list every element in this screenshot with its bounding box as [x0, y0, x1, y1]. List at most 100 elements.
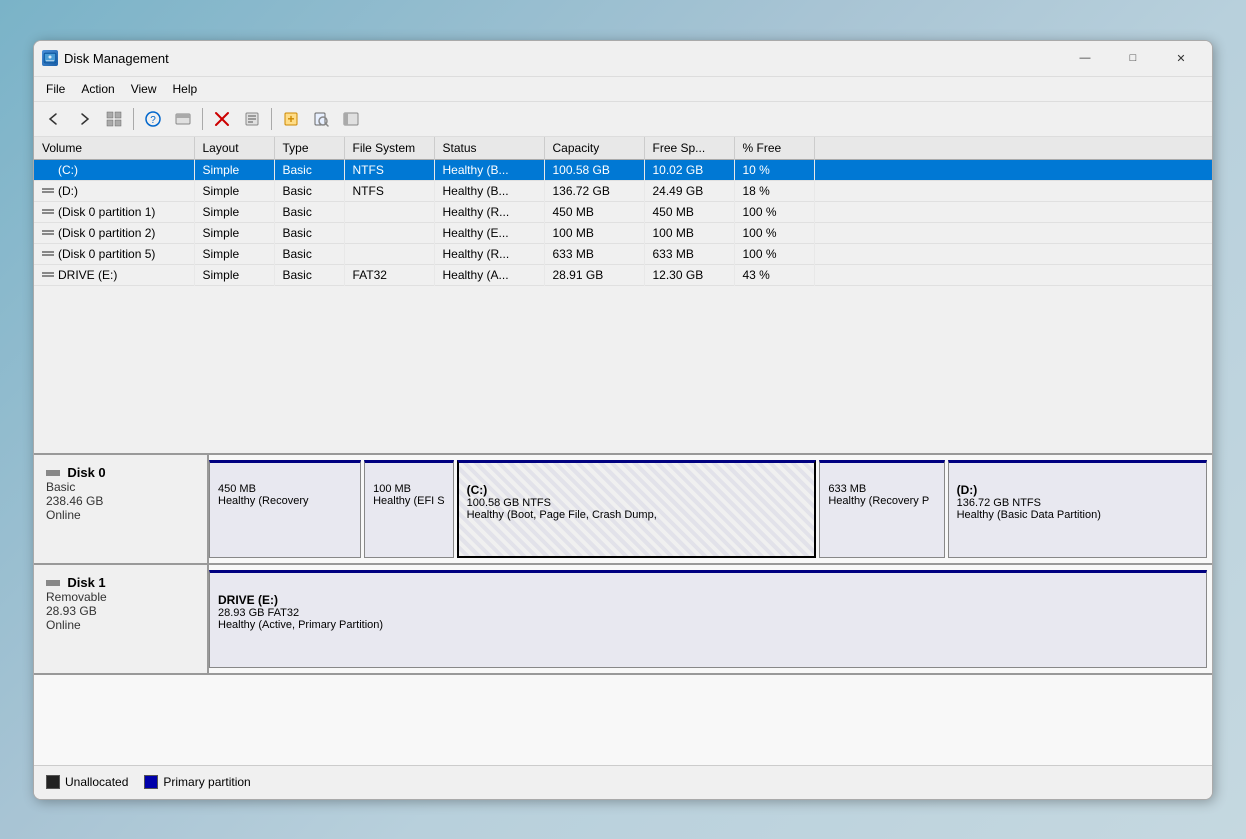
cell-free: 633 MB — [644, 243, 734, 264]
part-size: 100.58 GB NTFS — [467, 497, 807, 509]
cell-volume: (Disk 0 partition 1) — [34, 201, 194, 222]
content-area: Volume Layout Type File System Status Ca… — [34, 137, 1212, 799]
part-size: 633 MB — [828, 483, 935, 495]
legend-unallocated: Unallocated — [46, 775, 128, 789]
close-button[interactable]: ✕ — [1158, 43, 1204, 73]
toolbar-separator-1 — [133, 108, 134, 130]
cell-volume: (D:) — [34, 180, 194, 201]
show-volume-button[interactable] — [100, 106, 128, 132]
cell-type: Basic — [274, 180, 344, 201]
col-capacity[interactable]: Capacity — [544, 137, 644, 160]
delete-button[interactable] — [208, 106, 236, 132]
volume-table: Volume Layout Type File System Status Ca… — [34, 137, 1212, 286]
cell-filesystem: NTFS — [344, 159, 434, 180]
minimize-button[interactable]: — — [1062, 43, 1108, 73]
menu-help[interactable]: Help — [165, 79, 206, 99]
legend-bar: Unallocated Primary partition — [34, 765, 1212, 799]
search-button[interactable] — [307, 106, 335, 132]
disk-type: Removable — [46, 590, 195, 604]
disk-label-0: Disk 0 Basic 238.46 GB Online — [34, 455, 209, 563]
cell-capacity: 100.58 GB — [544, 159, 644, 180]
cell-volume: (Disk 0 partition 5) — [34, 243, 194, 264]
col-layout[interactable]: Layout — [194, 137, 274, 160]
partition-0-0[interactable]: 450 MBHealthy (Recovery — [209, 460, 361, 558]
back-button[interactable] — [40, 106, 68, 132]
cell-status: Healthy (E... — [434, 222, 544, 243]
part-name: (D:) — [957, 483, 1198, 497]
properties-button[interactable] — [238, 106, 266, 132]
forward-button[interactable] — [70, 106, 98, 132]
cell-capacity: 136.72 GB — [544, 180, 644, 201]
cell-filesystem — [344, 243, 434, 264]
disk-area: Disk 0 Basic 238.46 GB Online 450 MBHeal… — [34, 455, 1212, 765]
cell-free: 24.49 GB — [644, 180, 734, 201]
svg-text:+: + — [287, 112, 294, 126]
format-button[interactable] — [337, 106, 365, 132]
disk-partitions-1: DRIVE (E:)28.93 GB FAT32Healthy (Active,… — [209, 565, 1212, 673]
col-status[interactable]: Status — [434, 137, 544, 160]
disk-view-button[interactable] — [169, 106, 197, 132]
cell-extra — [814, 180, 1212, 201]
legend-primary-icon — [144, 775, 158, 789]
table-row[interactable]: (D:) Simple Basic NTFS Healthy (B... 136… — [34, 180, 1212, 201]
cell-type: Basic — [274, 264, 344, 285]
col-free[interactable]: Free Sp... — [644, 137, 734, 160]
disk-row-1: Disk 1 Removable 28.93 GB Online DRIVE (… — [34, 565, 1212, 675]
cell-free: 450 MB — [644, 201, 734, 222]
cell-extra — [814, 264, 1212, 285]
cell-filesystem: NTFS — [344, 180, 434, 201]
cell-status: Healthy (B... — [434, 159, 544, 180]
part-size: 136.72 GB NTFS — [957, 497, 1198, 509]
disk-partitions-0: 450 MBHealthy (Recovery100 MBHealthy (EF… — [209, 455, 1212, 563]
col-filesystem[interactable]: File System — [344, 137, 434, 160]
cell-layout: Simple — [194, 180, 274, 201]
disk-row-0: Disk 0 Basic 238.46 GB Online 450 MBHeal… — [34, 455, 1212, 565]
partition-0-4[interactable]: (D:)136.72 GB NTFSHealthy (Basic Data Pa… — [948, 460, 1207, 558]
cell-pctfree: 100 % — [734, 222, 814, 243]
col-pctfree[interactable]: % Free — [734, 137, 814, 160]
table-row[interactable]: (C:) Simple Basic NTFS Healthy (B... 100… — [34, 159, 1212, 180]
table-row[interactable]: (Disk 0 partition 5) Simple Basic Health… — [34, 243, 1212, 264]
part-size: 28.93 GB FAT32 — [218, 607, 1198, 619]
cell-status: Healthy (R... — [434, 201, 544, 222]
help-button[interactable]: ? — [139, 106, 167, 132]
new-button[interactable]: + — [277, 106, 305, 132]
partition-0-1[interactable]: 100 MBHealthy (EFI S — [364, 460, 454, 558]
cell-extra — [814, 201, 1212, 222]
cell-pctfree: 10 % — [734, 159, 814, 180]
col-type[interactable]: Type — [274, 137, 344, 160]
disk-size: 28.93 GB — [46, 604, 195, 618]
app-icon — [42, 50, 58, 66]
partition-0-2[interactable]: (C:)100.58 GB NTFSHealthy (Boot, Page Fi… — [457, 460, 817, 558]
disk-name: Disk 1 — [46, 575, 195, 590]
cell-filesystem: FAT32 — [344, 264, 434, 285]
cell-capacity: 450 MB — [544, 201, 644, 222]
table-row[interactable]: (Disk 0 partition 2) Simple Basic Health… — [34, 222, 1212, 243]
window-controls: — □ ✕ — [1062, 43, 1204, 73]
cell-filesystem — [344, 222, 434, 243]
part-status: Healthy (Recovery — [218, 495, 352, 507]
cell-pctfree: 100 % — [734, 201, 814, 222]
menu-file[interactable]: File — [38, 79, 73, 99]
part-name: (C:) — [467, 483, 807, 497]
part-status: Healthy (EFI S — [373, 495, 445, 507]
cell-capacity: 28.91 GB — [544, 264, 644, 285]
disk-status: Online — [46, 508, 195, 522]
partition-0-3[interactable]: 633 MBHealthy (Recovery P — [819, 460, 944, 558]
maximize-button[interactable]: □ — [1110, 43, 1156, 73]
cell-type: Basic — [274, 243, 344, 264]
partition-1-0[interactable]: DRIVE (E:)28.93 GB FAT32Healthy (Active,… — [209, 570, 1207, 668]
disk-label-1: Disk 1 Removable 28.93 GB Online — [34, 565, 209, 673]
col-volume[interactable]: Volume — [34, 137, 194, 160]
volume-table-area[interactable]: Volume Layout Type File System Status Ca… — [34, 137, 1212, 455]
cell-status: Healthy (R... — [434, 243, 544, 264]
menu-view[interactable]: View — [123, 79, 165, 99]
disk-type: Basic — [46, 480, 195, 494]
cell-free: 12.30 GB — [644, 264, 734, 285]
disk-status: Online — [46, 618, 195, 632]
table-row[interactable]: (Disk 0 partition 1) Simple Basic Health… — [34, 201, 1212, 222]
menu-action[interactable]: Action — [73, 79, 122, 99]
cell-volume: DRIVE (E:) — [34, 264, 194, 285]
toolbar: ? + — [34, 102, 1212, 137]
table-row[interactable]: DRIVE (E:) Simple Basic FAT32 Healthy (A… — [34, 264, 1212, 285]
